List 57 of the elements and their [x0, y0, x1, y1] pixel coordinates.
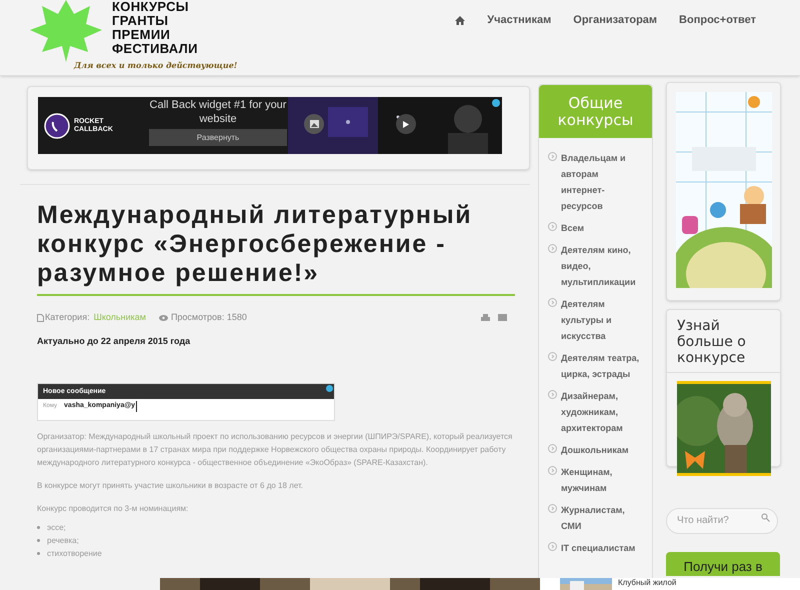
chevron-circle-icon — [548, 542, 557, 551]
category-link[interactable]: Женщинам, мужчинам — [561, 464, 643, 496]
chevron-circle-icon — [548, 390, 557, 399]
logo-text: ФЕСТИВАЛИ — [112, 42, 198, 56]
deadline-text: Актуально до 22 апреля 2015 года — [37, 334, 192, 348]
list-item: эссе; — [47, 522, 66, 532]
logo-text: ГРАНТЫ — [112, 14, 170, 28]
chevron-circle-icon — [548, 504, 557, 513]
list-item: речевка; — [47, 536, 79, 546]
categories-header: Общие конкурсы — [539, 85, 652, 138]
email-icon[interactable] — [498, 314, 507, 322]
chevron-circle-icon — [548, 298, 557, 307]
category-link[interactable]: Дошкольникам — [561, 442, 629, 458]
nav-link[interactable]: Вопрос+ответ — [679, 12, 756, 28]
paragraph: В конкурсе могут принять участие школьники в возрасте от 6 до 18 лет. — [37, 480, 304, 492]
chevron-circle-icon — [548, 152, 557, 161]
document-icon — [37, 314, 44, 322]
bullet-icon — [37, 552, 40, 555]
nav-link[interactable]: Организаторам — [573, 12, 658, 28]
category-link[interactable]: Всем — [561, 220, 584, 236]
category-link[interactable]: Деятелям кино, видео, мультипликации — [561, 242, 643, 290]
chevron-circle-icon — [548, 444, 557, 453]
bullet-icon — [37, 526, 40, 529]
ad-headline: Call Back widget #1 for your website — [148, 98, 288, 126]
paragraph: Организатор: Международный школьный проект по использованию ресурсов и энергии (ШПИРЭ/SPARE), который реализуется организациями-партнерами в 17 странах мира при поддержке Норвежского общества охраны природы. Координирует работу международного литературного конкурса - общественное объединение «ЭкоОбраз» (SPARE-Казахстан). — [37, 431, 514, 469]
get-button[interactable]: Получи раз в — [666, 552, 780, 576]
bullet-icon — [37, 539, 40, 542]
search-icon[interactable] — [761, 513, 770, 522]
search-field[interactable]: Что найти? — [666, 508, 778, 534]
category-link[interactable]: Деятелям культуры и искусства — [561, 296, 643, 344]
nav-link[interactable]: Участникам — [487, 12, 552, 28]
view-count: Просмотров: 1580 — [170, 311, 247, 324]
chevron-circle-icon — [548, 222, 557, 231]
category-link[interactable]: IT специалистам — [561, 540, 636, 556]
chevron-circle-icon — [548, 466, 557, 475]
logo-text: КОНКУРСЫ — [112, 0, 190, 14]
expand-button[interactable]: Развернуть — [149, 129, 287, 146]
category-link[interactable]: Владельцам и авторам интернет-ресурсов — [561, 150, 643, 214]
eye-icon — [158, 314, 168, 321]
print-icon[interactable] — [481, 314, 490, 322]
phone-logo-icon — [44, 112, 70, 138]
chevron-circle-icon — [548, 244, 557, 253]
ad-text: Клубный жилой — [618, 578, 676, 588]
paragraph: Конкурс проводится по 3-м номинациям: — [37, 503, 190, 515]
article-title: Международный литературный конкурс «Энергосбережение - разумное решение!» — [37, 200, 474, 289]
home-icon[interactable] — [455, 16, 466, 25]
slogan: Для всех и только действующие! — [74, 60, 238, 70]
play-icon[interactable] — [403, 120, 409, 128]
section-title: Узнай больше о конкурсе — [677, 318, 747, 366]
category-label: Категория: — [45, 311, 90, 324]
ad-bar[interactable]: Клубный жилой — [540, 578, 800, 590]
list-item: стихотворение — [47, 548, 102, 558]
category-link[interactable]: Деятелям театра, цирка, эстрады — [561, 350, 643, 382]
category-link[interactable]: Журналистам, СМИ — [561, 502, 643, 534]
category-link[interactable]: Дизайнерам, художникам, архитекторам — [561, 388, 643, 436]
chevron-circle-icon — [548, 352, 557, 361]
logo-text: ПРЕМИИ — [112, 28, 172, 42]
